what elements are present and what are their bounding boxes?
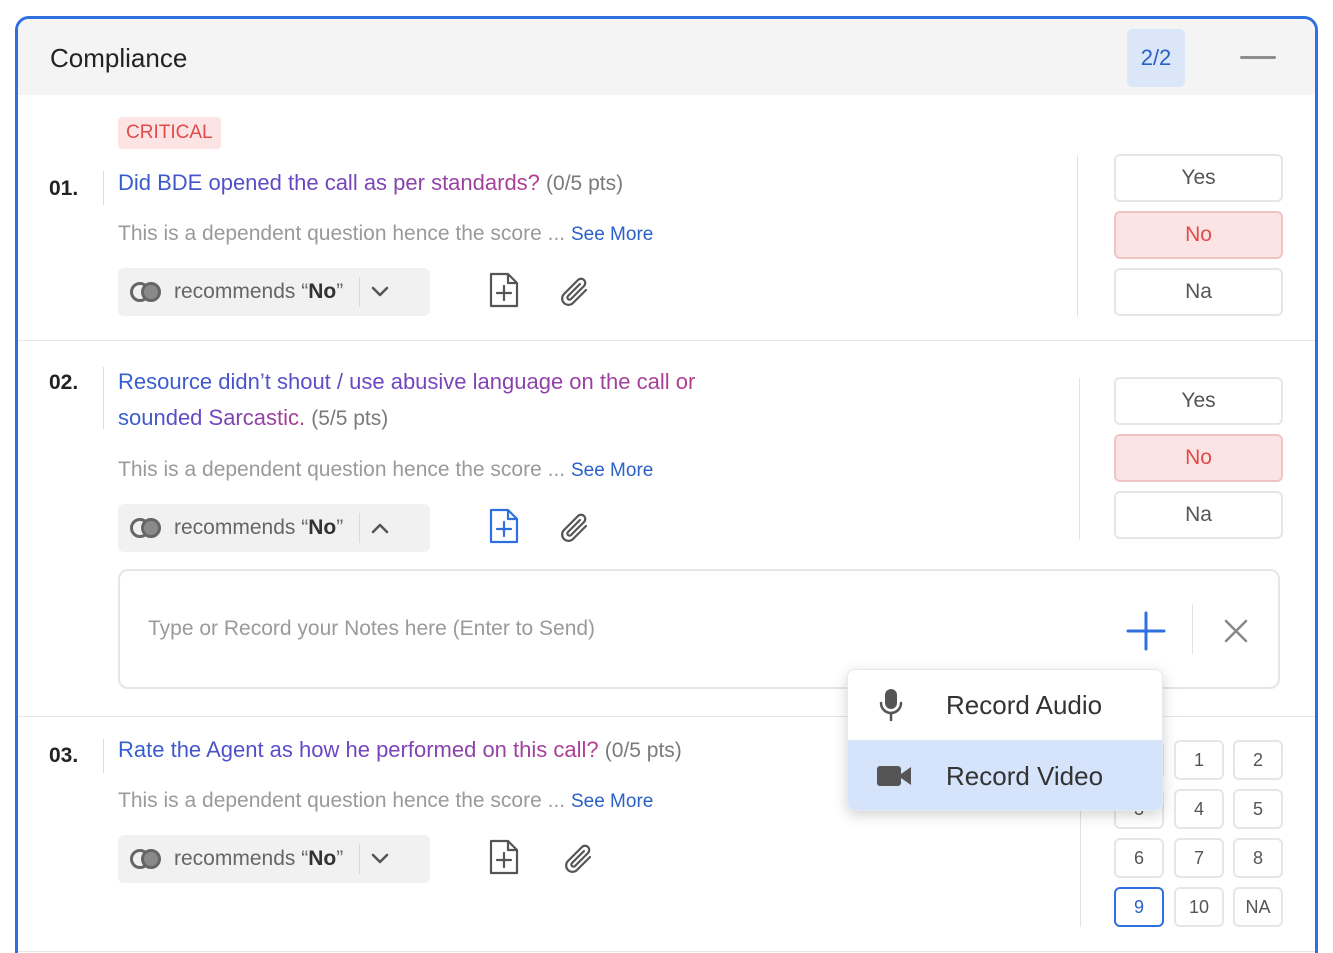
recommendation-text: recommends “No”	[174, 280, 344, 303]
recommendation-box[interactable]: recommends “No”	[118, 835, 430, 883]
add-note-icon[interactable]	[486, 270, 522, 310]
add-note-icon[interactable]	[486, 506, 522, 546]
compliance-panel: Compliance 2/2 CRITICAL 01. Did BDE open…	[15, 16, 1318, 953]
question-description: This is a dependent question hence the s…	[118, 222, 653, 246]
rating-option[interactable]: 4	[1174, 789, 1224, 829]
question-divider	[103, 171, 104, 205]
record-video-item[interactable]: Record Video	[848, 740, 1162, 810]
recommendation-text: recommends “No”	[174, 516, 344, 539]
question-title: Rate the Agent as how he performed on th…	[118, 737, 599, 762]
question-separator	[18, 340, 1315, 341]
rating-option[interactable]: 7	[1174, 838, 1224, 878]
question-title: Did BDE opened the call as per standards…	[118, 170, 540, 195]
option-yes[interactable]: Yes	[1114, 154, 1283, 202]
question-title-line1: Resource didn’t shout / use abusive lang…	[118, 369, 696, 394]
options-divider	[1077, 155, 1078, 317]
chevron-up-icon[interactable]	[360, 504, 400, 552]
rating-option[interactable]: 2	[1233, 740, 1283, 780]
recommendation-box[interactable]: recommends “No”	[118, 268, 430, 316]
plus-icon[interactable]	[1124, 609, 1168, 653]
notes-separator	[1192, 604, 1193, 654]
option-yes[interactable]: Yes	[1114, 377, 1283, 425]
rating-option-selected[interactable]: 9	[1114, 887, 1164, 927]
paperclip-icon[interactable]	[562, 840, 598, 880]
microphone-icon	[878, 687, 904, 728]
question-points: (0/5 pts)	[604, 739, 682, 762]
rating-option[interactable]: 6	[1114, 838, 1164, 878]
description-text: This is a dependent question hence the s…	[118, 458, 566, 481]
question-number: 03.	[49, 744, 79, 767]
chevron-down-icon[interactable]	[360, 835, 400, 883]
question-text: Resource didn’t shout / use abusive lang…	[118, 364, 695, 437]
paperclip-icon[interactable]	[558, 273, 594, 313]
rating-option[interactable]: 5	[1233, 789, 1283, 829]
question-description: This is a dependent question hence the s…	[118, 458, 653, 482]
recommendation-text: recommends “No”	[174, 847, 344, 870]
record-menu: Record Audio Record Video	[847, 669, 1163, 811]
collapse-button[interactable]	[1238, 43, 1278, 73]
paperclip-icon[interactable]	[558, 509, 594, 549]
options-divider	[1079, 378, 1080, 540]
rating-option[interactable]: NA	[1233, 887, 1283, 927]
panel-header: Compliance 2/2	[18, 19, 1315, 95]
critical-badge: CRITICAL	[118, 117, 221, 149]
question-number: 02.	[49, 371, 79, 394]
question-description: This is a dependent question hence the s…	[118, 789, 653, 813]
question-title-line2: sounded Sarcastic.	[118, 405, 306, 430]
question-separator	[18, 951, 1315, 952]
question-number: 01.	[49, 177, 79, 200]
question-text: Rate the Agent as how he performed on th…	[118, 732, 682, 769]
option-na[interactable]: Na	[1114, 268, 1283, 316]
option-no[interactable]: No	[1114, 211, 1283, 259]
description-text: This is a dependent question hence the s…	[118, 789, 566, 812]
close-icon[interactable]	[1220, 615, 1252, 647]
ai-logo-icon	[130, 516, 164, 540]
option-na[interactable]: Na	[1114, 491, 1283, 539]
add-note-icon[interactable]	[486, 837, 522, 877]
question-divider	[103, 367, 104, 429]
rating-option[interactable]: 10	[1174, 887, 1224, 927]
notes-input[interactable]	[148, 611, 1048, 647]
question-points: (0/5 pts)	[546, 172, 624, 195]
question-divider	[103, 739, 104, 773]
record-audio-label: Record Audio	[946, 689, 1103, 720]
question-points: (5/5 pts)	[311, 407, 389, 430]
rating-option[interactable]: 8	[1233, 838, 1283, 878]
rating-option[interactable]: 1	[1174, 740, 1224, 780]
ai-logo-icon	[130, 847, 164, 871]
description-text: This is a dependent question hence the s…	[118, 222, 566, 245]
see-more-link[interactable]: See More	[571, 460, 653, 481]
page-badge: 2/2	[1127, 29, 1185, 87]
question-text: Did BDE opened the call as per standards…	[118, 165, 623, 202]
see-more-link[interactable]: See More	[571, 224, 653, 245]
see-more-link[interactable]: See More	[571, 791, 653, 812]
recommendation-box[interactable]: recommends “No”	[118, 504, 430, 552]
record-video-label: Record Video	[946, 760, 1104, 791]
option-no[interactable]: No	[1114, 434, 1283, 482]
section-title: Compliance	[50, 43, 188, 73]
ai-logo-icon	[130, 280, 164, 304]
video-camera-icon	[876, 764, 912, 793]
record-audio-item[interactable]: Record Audio	[848, 670, 1162, 740]
chevron-down-icon[interactable]	[360, 268, 400, 316]
